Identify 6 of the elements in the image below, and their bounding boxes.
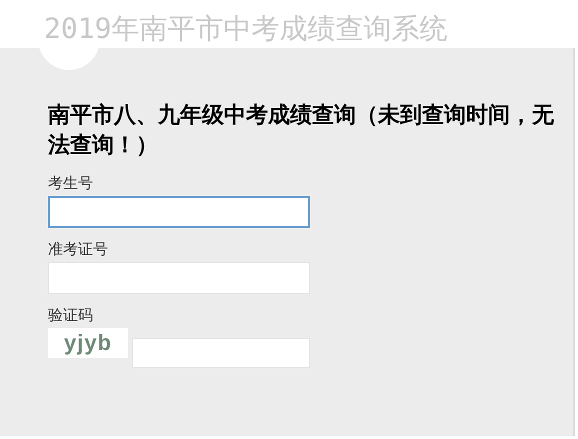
input-field[interactable] bbox=[48, 196, 310, 228]
field-label: 验证码 bbox=[48, 306, 94, 326]
captcha-image: yjyb bbox=[48, 328, 128, 358]
form-heading: 南平市八、九年级中考成绩查询（未到查询时间，无法查询！） bbox=[48, 101, 555, 159]
field-label: 准考证号 bbox=[48, 240, 109, 260]
field-label: 考生号 bbox=[48, 174, 94, 194]
